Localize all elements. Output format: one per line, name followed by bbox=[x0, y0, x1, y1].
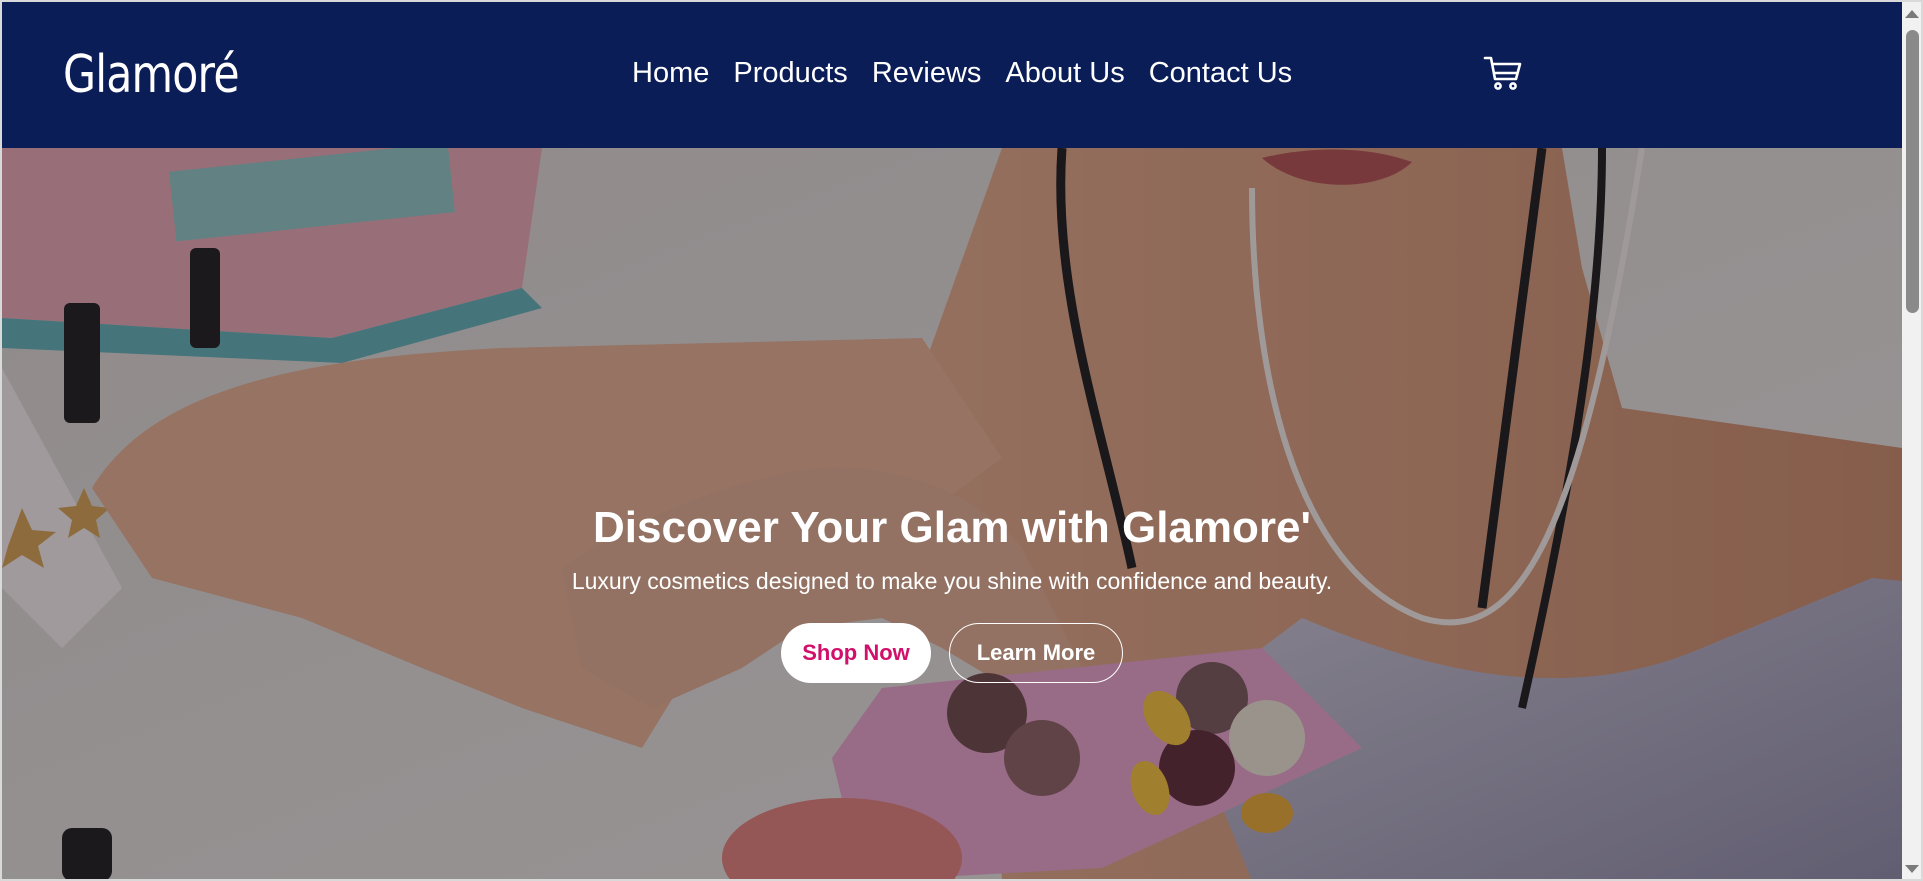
scrollbar-thumb[interactable] bbox=[1906, 30, 1919, 313]
nav-link-home[interactable]: Home bbox=[632, 57, 709, 90]
shopping-cart-icon[interactable] bbox=[1482, 52, 1524, 94]
main-nav: Home Products Reviews About Us Contact U… bbox=[632, 57, 1292, 90]
scroll-up-arrow-icon[interactable] bbox=[1905, 10, 1919, 18]
nav-link-products[interactable]: Products bbox=[733, 57, 847, 90]
vertical-scrollbar[interactable] bbox=[1902, 2, 1921, 879]
browser-viewport: Glamoré Home Products Reviews About Us C… bbox=[0, 0, 1923, 881]
hero-content: Discover Your Glam with Glamore' Luxury … bbox=[2, 500, 1902, 683]
nav-link-contact-us[interactable]: Contact Us bbox=[1149, 57, 1292, 90]
hero-section: Discover Your Glam with Glamore' Luxury … bbox=[2, 148, 1902, 879]
brand-logo[interactable]: Glamoré bbox=[63, 45, 240, 105]
shop-now-button[interactable]: Shop Now bbox=[781, 623, 931, 683]
hero-subtitle: Luxury cosmetics designed to make you sh… bbox=[571, 568, 1333, 594]
site-navbar: Glamoré Home Products Reviews About Us C… bbox=[2, 2, 1902, 148]
learn-more-button[interactable]: Learn More bbox=[949, 623, 1123, 683]
nav-link-about-us[interactable]: About Us bbox=[1005, 57, 1124, 90]
hero-button-group: Shop Now Learn More bbox=[2, 623, 1902, 683]
scroll-down-arrow-icon[interactable] bbox=[1905, 865, 1919, 873]
nav-link-reviews[interactable]: Reviews bbox=[872, 57, 982, 90]
hero-title: Discover Your Glam with Glamore' bbox=[593, 503, 1311, 552]
